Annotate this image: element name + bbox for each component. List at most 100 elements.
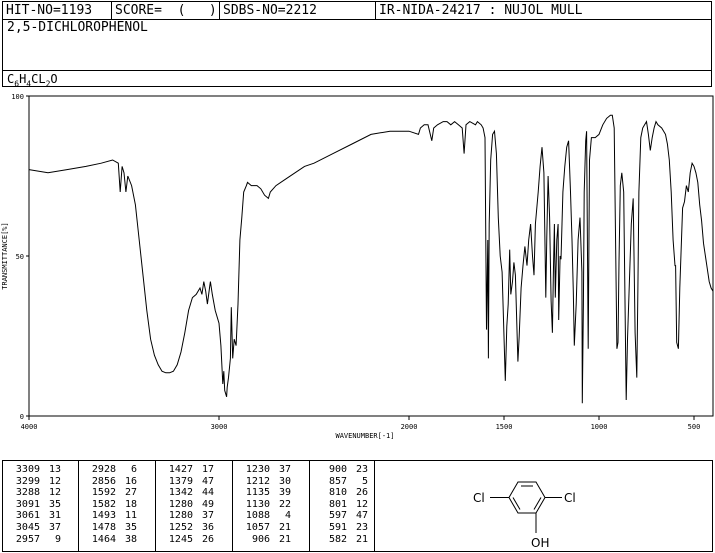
- peak-row: 801 12: [310, 499, 374, 511]
- peak-row: 857 5: [310, 476, 374, 488]
- peak-row: 3061 31: [3, 510, 78, 522]
- peak-transmittance: 47: [201, 475, 214, 487]
- peak-wavenumber: 906: [251, 533, 270, 545]
- peak-row: 1130 22: [233, 499, 309, 511]
- peak-row: 3309 13: [3, 464, 78, 476]
- formula-box: C6H4CL2O: [3, 70, 711, 88]
- x-tick-label: 1500: [496, 423, 513, 431]
- peak-transmittance: 23: [355, 522, 368, 533]
- peak-wavenumber: 597: [328, 510, 347, 522]
- y-axis: 0 50 100: [11, 93, 29, 421]
- x-tick-label: 2000: [401, 423, 418, 431]
- peak-row: 1280 37: [156, 510, 232, 522]
- peak-table: 3309 13 3299 12 3288 12 3091 35 3061 31 3045 37 2957…: [2, 460, 713, 552]
- double-bond: [512, 497, 521, 510]
- peak-transmittance: 26: [201, 533, 214, 545]
- peak-wavenumber: 1212: [245, 475, 270, 487]
- peak-transmittance: 44: [201, 487, 214, 499]
- peak-transmittance: 37: [48, 522, 61, 533]
- peak-transmittance: 47: [355, 510, 368, 522]
- peak-wavenumber: 1493: [91, 510, 116, 522]
- y-tick-label: 50: [16, 253, 24, 261]
- peak-transmittance: 4: [284, 510, 291, 522]
- header-row: HIT-NO=1193 SCORE= ( ) SDBS-NO=2212 IR-N…: [3, 2, 711, 20]
- x-axis: 4000 3000 2000 1500 1000 500: [21, 416, 701, 431]
- peak-wavenumber: 1582: [91, 498, 116, 510]
- peak-row: 1478 35: [79, 522, 155, 534]
- peak-row: 1245 26: [156, 534, 232, 546]
- peak-transmittance: 39: [278, 487, 291, 499]
- peak-row: 810 26: [310, 487, 374, 499]
- peak-transmittance: 9: [54, 533, 61, 545]
- peak-transmittance: 27: [124, 487, 137, 499]
- peak-row: 906 21: [233, 534, 309, 546]
- peak-row: 1342 44: [156, 487, 232, 499]
- peak-transmittance: 16: [124, 475, 137, 487]
- peak-row: 1464 38: [79, 534, 155, 546]
- peak-wavenumber: 1280: [168, 510, 193, 522]
- spectrum-header: HIT-NO=1193 SCORE= ( ) SDBS-NO=2212 IR-N…: [2, 1, 712, 88]
- peak-wavenumber: 1135: [245, 487, 270, 499]
- peak-wavenumber: 1464: [91, 533, 116, 545]
- peak-row: 1582 18: [79, 499, 155, 511]
- peak-wavenumber: 2856: [91, 475, 116, 487]
- peak-row: 2856 16: [79, 476, 155, 488]
- peak-wavenumber: 1130: [245, 498, 270, 510]
- peak-transmittance: 17: [201, 464, 214, 475]
- peak-transmittance: 21: [278, 522, 291, 533]
- peak-column: 2928 6 2856 16 1592 27 1582 18 1493 11 1478 35 1464 3…: [79, 461, 156, 551]
- peak-transmittance: 12: [48, 487, 61, 499]
- peak-transmittance: 5: [361, 475, 368, 487]
- peak-wavenumber: 2928: [91, 464, 116, 475]
- peak-row: 1212 30: [233, 476, 309, 488]
- peak-transmittance: 35: [124, 522, 137, 533]
- peak-transmittance: 30: [278, 475, 291, 487]
- peak-row: 3045 37: [3, 522, 78, 534]
- peak-wavenumber: 801: [328, 498, 347, 510]
- y-axis-label: TRANSMITTANCE[%]: [1, 222, 9, 289]
- structure-diagram: Cl Cl OH: [473, 481, 576, 550]
- peak-transmittance: 35: [48, 498, 61, 510]
- benzene-ring: [490, 481, 562, 533]
- ir-source: IR-NIDA-24217 : NUJOL MULL: [379, 3, 583, 18]
- peak-transmittance: 18: [124, 498, 137, 510]
- double-bond: [533, 497, 542, 510]
- peak-wavenumber: 591: [328, 522, 347, 533]
- peak-row: 1280 49: [156, 499, 232, 511]
- x-tick-label: 500: [688, 423, 701, 431]
- compound-name: 2,5-DICHLOROPHENOL: [7, 20, 148, 35]
- peak-row: 1057 21: [233, 522, 309, 534]
- peak-transmittance: 36: [201, 522, 214, 533]
- peak-row: 582 21: [310, 534, 374, 546]
- peak-wavenumber: 1230: [245, 464, 270, 475]
- peak-row: 3091 35: [3, 499, 78, 511]
- peak-wavenumber: 2957: [15, 533, 40, 545]
- peak-column: 1427 17 1379 47 1342 44 1280 49 1280 37 1252 36 1245…: [156, 461, 233, 551]
- peak-row: 1088 4: [233, 510, 309, 522]
- peak-transmittance: 12: [48, 475, 61, 487]
- y-tick-label: 0: [20, 413, 24, 421]
- peak-wavenumber: 1592: [91, 487, 116, 499]
- peak-wavenumber: 1088: [245, 510, 270, 522]
- peak-transmittance: 21: [278, 533, 291, 545]
- formula-cl: CL: [31, 72, 46, 86]
- peak-wavenumber: 3288: [15, 487, 40, 499]
- formula-o: O: [50, 72, 58, 86]
- peak-wavenumber: 3091: [15, 498, 40, 510]
- peak-transmittance: 22: [278, 498, 291, 510]
- peak-row: 3288 12: [3, 487, 78, 499]
- peak-transmittance: 23: [355, 464, 368, 475]
- peak-wavenumber: 3299: [15, 475, 40, 487]
- peak-transmittance: 6: [130, 464, 137, 475]
- peak-wavenumber: 1478: [91, 522, 116, 533]
- peak-wavenumber: 3309: [15, 464, 40, 475]
- peak-column: 1230 37 1212 30 1135 39 1130 22 1088 4 1057 21 906 21: [233, 461, 310, 551]
- x-axis-label: WAVENUMBER[-1]: [335, 432, 394, 440]
- peak-wavenumber: 1427: [168, 464, 193, 475]
- peak-transmittance: 21: [355, 533, 368, 545]
- peak-wavenumber: 1379: [168, 475, 193, 487]
- peak-transmittance: 37: [278, 464, 291, 475]
- peak-wavenumber: 1252: [168, 522, 193, 533]
- x-tick-label: 1000: [591, 423, 608, 431]
- peak-row: 1493 11: [79, 510, 155, 522]
